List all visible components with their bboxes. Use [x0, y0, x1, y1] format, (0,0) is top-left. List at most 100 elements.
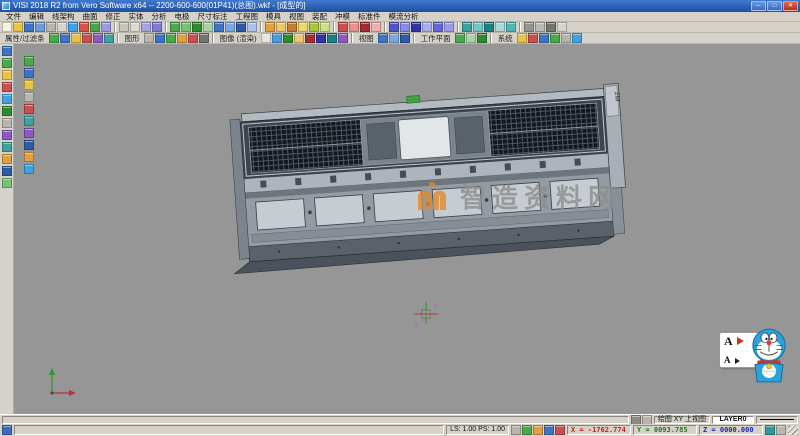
file-icon[interactable] — [79, 22, 89, 32]
analysis-icon[interactable] — [400, 22, 410, 32]
edit-icon[interactable] — [119, 22, 129, 32]
menu-item[interactable]: 尺寸标注 — [194, 12, 232, 22]
close-button[interactable]: ✕ — [783, 1, 798, 11]
workplane-icon[interactable] — [477, 33, 487, 43]
edit-icon[interactable] — [152, 22, 162, 32]
graphics-icon[interactable] — [199, 33, 209, 43]
status-aux-icon[interactable] — [631, 415, 641, 425]
floating-tool-icon[interactable] — [24, 128, 34, 138]
viewport[interactable]: 2M z z — [14, 44, 800, 414]
wireframe-icon[interactable] — [214, 22, 224, 32]
floating-tool-icon[interactable] — [24, 140, 34, 150]
surface-icon[interactable] — [309, 22, 319, 32]
solid-icon[interactable] — [371, 22, 381, 32]
render-icon[interactable] — [283, 33, 293, 43]
solid-icon[interactable] — [349, 22, 359, 32]
attribute-filter-icon[interactable] — [104, 33, 114, 43]
file-icon[interactable] — [57, 22, 67, 32]
menu-item[interactable]: 电极 — [171, 12, 194, 22]
wireframe-icon[interactable] — [192, 22, 202, 32]
solid-icon[interactable] — [338, 22, 348, 32]
analysis-icon[interactable] — [422, 22, 432, 32]
system-icon[interactable] — [572, 33, 582, 43]
cad-canvas[interactable]: 2M z z — [14, 44, 800, 414]
left-dock-icon[interactable] — [2, 142, 12, 152]
machining-icon[interactable] — [484, 22, 494, 32]
menu-item[interactable]: 标准件 — [354, 12, 385, 22]
floating-tool-icon[interactable] — [24, 80, 34, 90]
render-icon[interactable] — [305, 33, 315, 43]
surface-icon[interactable] — [276, 22, 286, 32]
menu-item[interactable]: 视图 — [285, 12, 308, 22]
render-icon[interactable] — [316, 33, 326, 43]
views-icon[interactable] — [400, 33, 410, 43]
surface-icon[interactable] — [320, 22, 330, 32]
left-dock-icon[interactable] — [2, 166, 12, 176]
render-icon[interactable] — [294, 33, 304, 43]
machining-icon[interactable] — [506, 22, 516, 32]
views-icon[interactable] — [378, 33, 388, 43]
menu-item[interactable]: 曲面 — [79, 12, 102, 22]
active-view-label[interactable]: 绘图 XY 上视图 — [654, 416, 710, 424]
menu-item[interactable]: 编辑 — [25, 12, 48, 22]
analysis-icon[interactable] — [444, 22, 454, 32]
misc-icon[interactable] — [535, 22, 545, 32]
snap-toggle-icon[interactable] — [555, 425, 565, 435]
status-end-icon[interactable] — [765, 425, 775, 435]
status-aux-icon[interactable] — [642, 415, 652, 425]
menu-item[interactable]: 线架构 — [48, 12, 79, 22]
file-icon[interactable] — [101, 22, 111, 32]
system-icon[interactable] — [550, 33, 560, 43]
left-dock-icon[interactable] — [2, 178, 12, 188]
command-input[interactable] — [14, 425, 444, 435]
attribute-filter-icon[interactable] — [82, 33, 92, 43]
floating-tool-icon[interactable] — [24, 116, 34, 126]
menu-item[interactable]: 模流分析 — [385, 12, 423, 22]
snap-toggle-icon[interactable] — [533, 425, 543, 435]
menu-item[interactable]: 实体 — [125, 12, 148, 22]
attribute-filter-icon[interactable] — [60, 33, 70, 43]
left-dock-icon[interactable] — [2, 58, 12, 68]
graphics-icon[interactable] — [177, 33, 187, 43]
menu-item[interactable]: 分析 — [148, 12, 171, 22]
surface-icon[interactable] — [265, 22, 275, 32]
prompt-field[interactable] — [2, 416, 629, 424]
snap-toggle-icon[interactable] — [522, 425, 532, 435]
file-icon[interactable] — [2, 22, 12, 32]
file-icon[interactable] — [35, 22, 45, 32]
info-icon[interactable] — [2, 425, 12, 435]
graphics-icon[interactable] — [144, 33, 154, 43]
minimize-button[interactable]: ─ — [751, 1, 766, 11]
floating-tool-icon[interactable] — [24, 104, 34, 114]
misc-icon[interactable] — [557, 22, 567, 32]
wireframe-icon[interactable] — [181, 22, 191, 32]
file-icon[interactable] — [13, 22, 23, 32]
misc-icon[interactable] — [524, 22, 534, 32]
machining-icon[interactable] — [462, 22, 472, 32]
menu-item[interactable]: 模具 — [262, 12, 285, 22]
misc-icon[interactable] — [546, 22, 556, 32]
attribute-filter-icon[interactable] — [93, 33, 103, 43]
maximize-button[interactable]: □ — [767, 1, 782, 11]
wireframe-icon[interactable] — [247, 22, 257, 32]
file-icon[interactable] — [46, 22, 56, 32]
edit-icon[interactable] — [130, 22, 140, 32]
menu-item[interactable]: 文件 — [2, 12, 25, 22]
graphics-icon[interactable] — [155, 33, 165, 43]
graphics-icon[interactable] — [188, 33, 198, 43]
wireframe-icon[interactable] — [170, 22, 180, 32]
analysis-icon[interactable] — [389, 22, 399, 32]
workplane-icon[interactable] — [455, 33, 465, 43]
render-icon[interactable] — [327, 33, 337, 43]
attribute-filter-icon[interactable] — [49, 33, 59, 43]
edit-icon[interactable] — [141, 22, 151, 32]
menu-item[interactable]: 修正 — [102, 12, 125, 22]
left-dock-icon[interactable] — [2, 130, 12, 140]
system-icon[interactable] — [528, 33, 538, 43]
left-dock-icon[interactable] — [2, 154, 12, 164]
floating-tool-icon[interactable] — [24, 92, 34, 102]
file-icon[interactable] — [24, 22, 34, 32]
system-icon[interactable] — [539, 33, 549, 43]
render-icon[interactable] — [338, 33, 348, 43]
surface-icon[interactable] — [298, 22, 308, 32]
